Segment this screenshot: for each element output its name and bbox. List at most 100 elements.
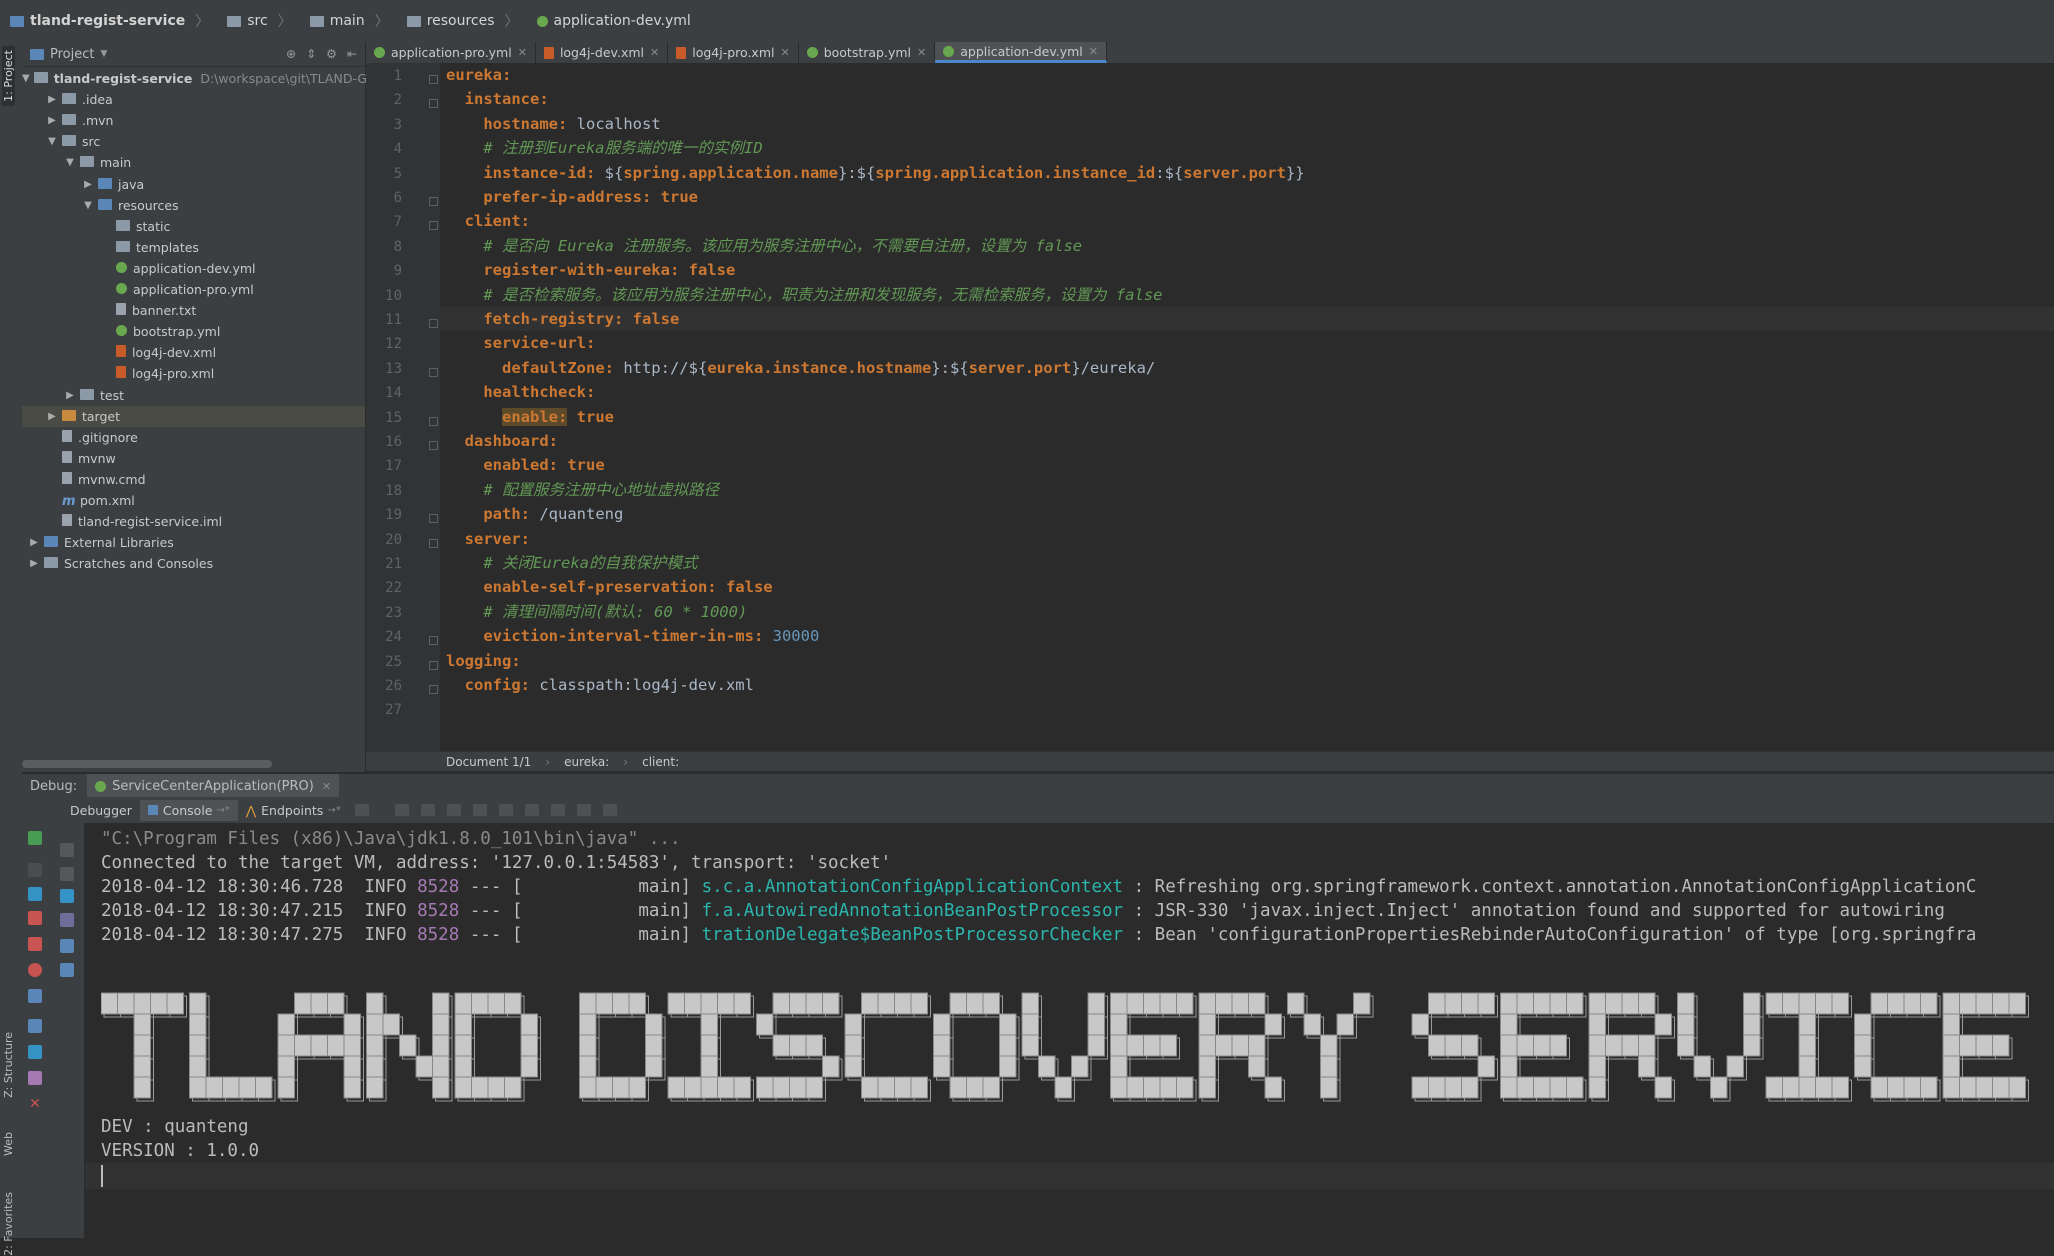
run-to-cursor-icon[interactable] [550,804,565,816]
down-icon[interactable] [60,867,74,881]
soft-wrap-icon[interactable] [60,889,74,903]
rerun-icon[interactable] [28,831,42,845]
close-icon[interactable]: ✕ [518,46,527,59]
drop-frame-icon[interactable] [524,804,539,816]
tree-item[interactable]: ▶ java [22,174,365,195]
breadcrumb-file[interactable]: application-dev.yml [527,13,699,29]
hide-panel-icon[interactable]: ⇤ [347,47,357,61]
collapsed-arrow-icon[interactable]: ▶ [82,174,94,195]
fold-marker-icon[interactable] [429,319,438,328]
resume-icon[interactable] [28,863,42,877]
expanded-arrow-icon[interactable]: ▼ [22,68,30,89]
log-logger[interactable]: trationDelegate$BeanPostProcessorChecker [702,925,1123,945]
fold-marker-icon[interactable] [429,197,438,206]
expanded-arrow-icon[interactable]: ▼ [64,152,76,173]
get-thread-dump-icon[interactable] [28,989,42,1003]
tree-item[interactable]: application-dev.yml [22,258,365,279]
tab-endpoints[interactable]: ⋀ Endpoints →* [238,800,349,821]
path-client[interactable]: client: [642,755,679,769]
run-config-tab[interactable]: ServiceCenterApplication(PRO) ✕ [87,774,340,798]
tree-item[interactable]: ▶ .idea [22,89,365,110]
fold-marker-icon[interactable] [429,514,438,524]
stop-icon[interactable] [28,911,42,925]
tree-item[interactable]: ▶ test [22,385,365,406]
tree-item[interactable]: templates [22,237,365,258]
editor-tab[interactable]: application-pro.yml ✕ [366,42,536,63]
document-indicator[interactable]: Document 1/1 [446,755,531,769]
restore-layout-icon[interactable] [28,1019,42,1033]
tree-item[interactable]: ▶ Scratches and Consoles [22,553,365,574]
evaluate-expression-icon[interactable] [576,804,591,816]
log-logger[interactable]: f.a.AutowiredAnnotationBeanPostProcessor [702,901,1123,921]
editor-tab[interactable]: log4j-dev.xml ✕ [536,42,669,63]
close-icon[interactable]: ✕ [917,46,926,59]
tree-item[interactable]: mvnw.cmd [22,469,365,490]
step-out-icon[interactable] [498,804,513,816]
tab-debugger[interactable]: Debugger [62,800,140,821]
tree-item[interactable]: static [22,216,365,237]
fold-marker-icon[interactable] [429,416,438,426]
tree-item[interactable]: .gitignore [22,427,365,448]
expanded-arrow-icon[interactable]: ▼ [82,195,94,216]
close-icon[interactable]: ✕ [1089,45,1098,58]
tree-item[interactable]: log4j-dev.xml [22,342,365,363]
up-icon[interactable] [60,843,74,857]
breadcrumb-src[interactable]: src 〉 [217,11,299,31]
tree-item[interactable]: ▼ src [22,131,365,152]
fold-marker-icon[interactable] [429,75,438,84]
fold-marker-icon[interactable] [429,636,438,646]
close-icon[interactable]: ✕ [28,1097,42,1111]
mute-breakpoints-icon[interactable] [28,963,42,977]
breadcrumb-main[interactable]: main 〉 [300,11,397,31]
clear-all-icon[interactable] [60,963,74,977]
step-over-icon[interactable] [420,804,435,816]
breadcrumb-resources[interactable]: resources 〉 [397,11,527,31]
collapsed-arrow-icon[interactable]: ▶ [28,532,40,553]
tree-item[interactable]: banner.txt [22,300,365,321]
collapsed-arrow-icon[interactable]: ▶ [28,553,40,574]
settings-gear-icon[interactable]: ⚙ [326,47,337,61]
settings-icon[interactable] [28,1045,42,1059]
tree-item[interactable]: m pom.xml [22,490,365,511]
close-icon[interactable]: ✕ [322,780,331,793]
print-icon[interactable] [60,939,74,953]
restore-layout-icon[interactable] [354,804,369,816]
tree-item[interactable]: ▼ resources [22,195,365,216]
favorites-tool-tab[interactable]: 2: Favorites [2,1192,15,1256]
pin-tab-icon[interactable] [28,1071,42,1085]
fold-marker-icon[interactable] [429,538,438,548]
collapse-all-icon[interactable]: ⇕ [306,47,316,61]
collapsed-arrow-icon[interactable]: ▶ [46,110,58,131]
scroll-from-source-icon[interactable]: ⊕ [286,47,296,61]
scroll-to-end-icon[interactable] [60,913,74,927]
fold-marker-icon[interactable] [429,685,438,694]
fold-marker-icon[interactable] [429,660,438,670]
pause-icon[interactable] [28,887,42,901]
tree-item[interactable]: tland-regist-service.iml [22,511,365,532]
close-icon[interactable]: ✕ [780,46,789,59]
tab-console[interactable]: Console →* [139,799,238,821]
console-input-line[interactable] [85,1163,2054,1189]
breadcrumb-project[interactable]: tland-regist-service 〉 [0,11,217,31]
tree-item[interactable]: log4j-pro.xml [22,363,365,384]
trace-icon[interactable] [602,804,617,816]
step-into-icon[interactable] [446,804,461,816]
tree-item[interactable]: ▶ target [22,405,365,427]
horizontal-scrollbar[interactable] [22,760,272,768]
tree-item[interactable]: application-pro.yml [22,279,365,300]
fold-marker-icon[interactable] [429,221,438,231]
tree-item[interactable]: mvnw [22,448,365,469]
expanded-arrow-icon[interactable]: ▼ [46,131,58,152]
log-logger[interactable]: s.c.a.AnnotationConfigApplicationContext [702,877,1123,897]
editor-tab[interactable]: log4j-pro.xml ✕ [668,42,799,63]
tree-item[interactable]: bootstrap.yml [22,321,365,342]
collapsed-arrow-icon[interactable]: ▶ [46,406,58,427]
tree-item[interactable]: ▼ main [22,152,365,173]
editor-tab[interactable]: application-dev.yml ✕ [935,42,1107,63]
project-tool-tab[interactable]: 1: Project [2,46,15,106]
structure-tool-tab[interactable]: Z: Structure [2,1032,15,1098]
collapsed-arrow-icon[interactable]: ▶ [64,385,76,406]
editor-tab[interactable]: bootstrap.yml ✕ [799,42,936,63]
fold-marker-icon[interactable] [429,367,438,377]
show-execution-point-icon[interactable] [394,804,409,816]
